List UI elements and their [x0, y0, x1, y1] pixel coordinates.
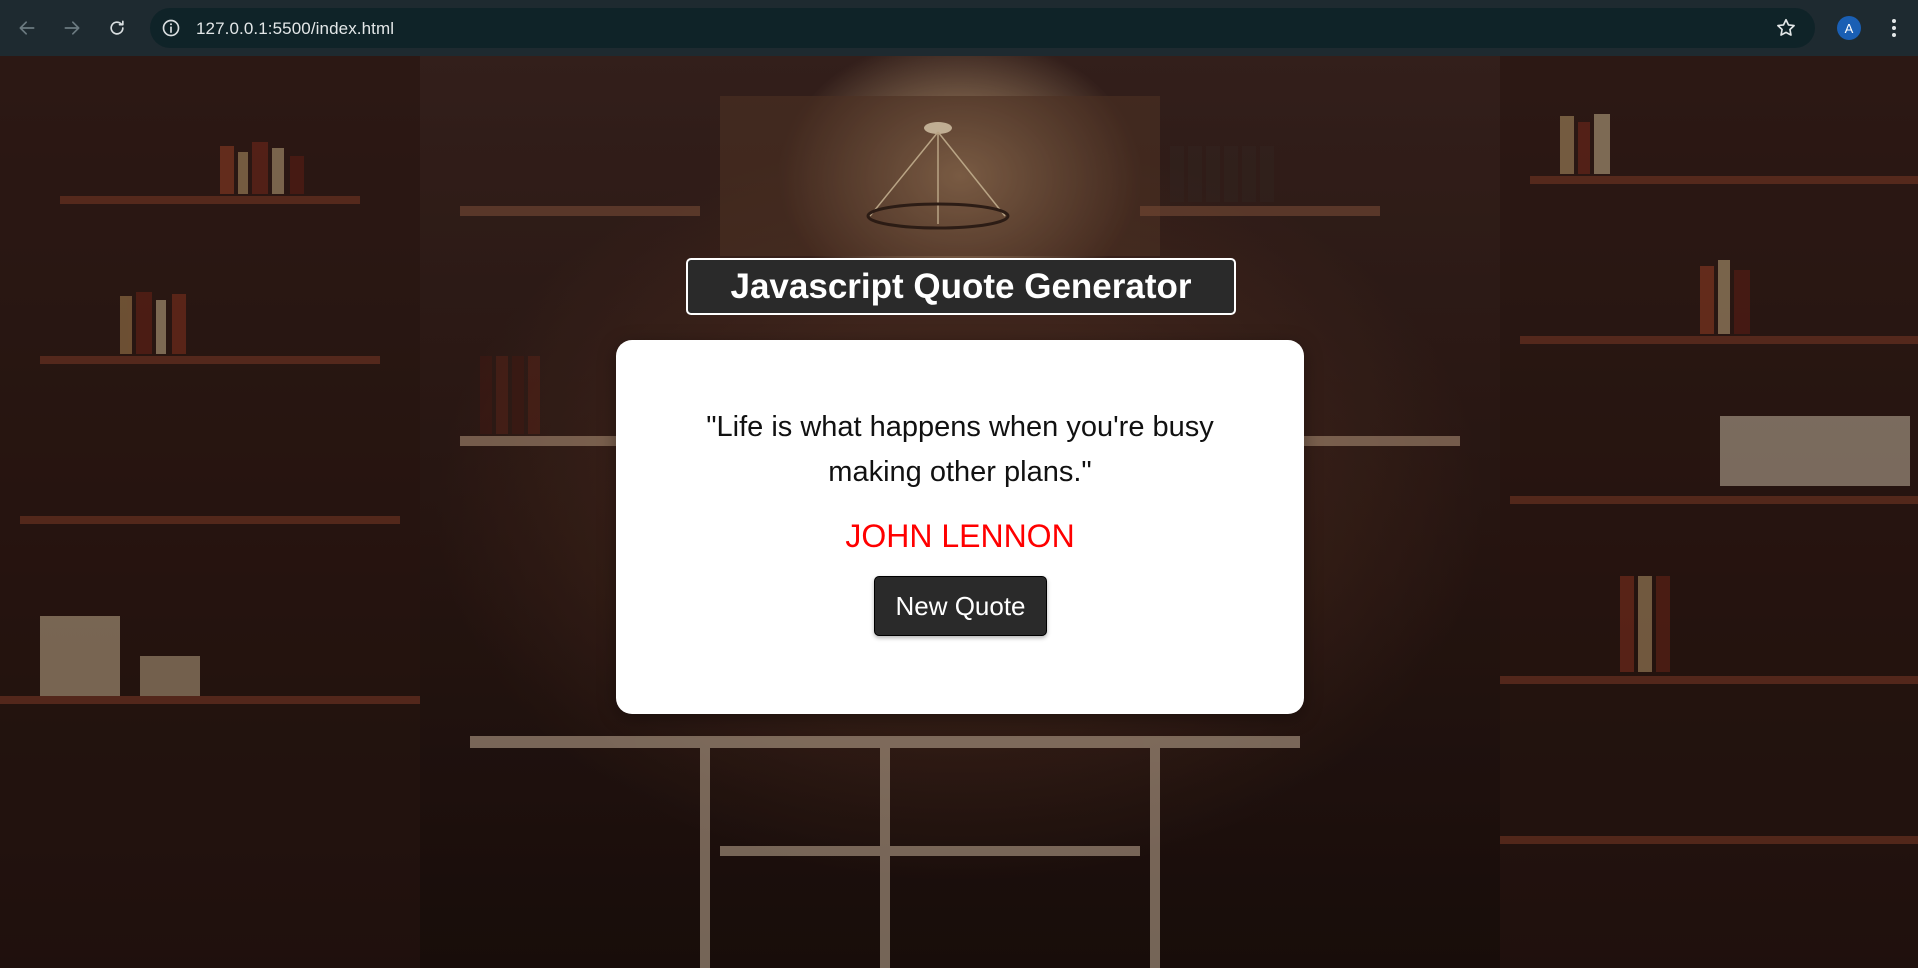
- quote-author: JOHN LENNON: [845, 518, 1075, 554]
- reload-button[interactable]: [102, 13, 132, 43]
- quote-text: "Life is what happens when you're busy m…: [706, 411, 1214, 488]
- app-title: Javascript Quote Generator: [686, 258, 1236, 315]
- menu-kebab-icon[interactable]: [1882, 16, 1906, 40]
- profile-avatar[interactable]: A: [1837, 16, 1861, 40]
- address-bar[interactable]: 127.0.0.1:5500/index.html: [150, 8, 1815, 48]
- bookmark-star-icon[interactable]: [1775, 17, 1797, 39]
- site-info-icon[interactable]: [161, 18, 181, 38]
- browser-toolbar: 127.0.0.1:5500/index.html A: [0, 0, 1918, 56]
- new-quote-button[interactable]: New Quote: [874, 576, 1047, 636]
- forward-button[interactable]: [57, 13, 87, 43]
- back-arrow-icon: [19, 21, 35, 35]
- back-button[interactable]: [12, 13, 42, 43]
- forward-arrow-icon: [64, 21, 80, 35]
- quote-card: "Life is what happens when you're busy m…: [616, 340, 1304, 714]
- url-text[interactable]: 127.0.0.1:5500/index.html: [196, 19, 394, 39]
- reload-icon: [110, 20, 124, 35]
- page-viewport: Javascript Quote Generator "Life is what…: [0, 56, 1918, 968]
